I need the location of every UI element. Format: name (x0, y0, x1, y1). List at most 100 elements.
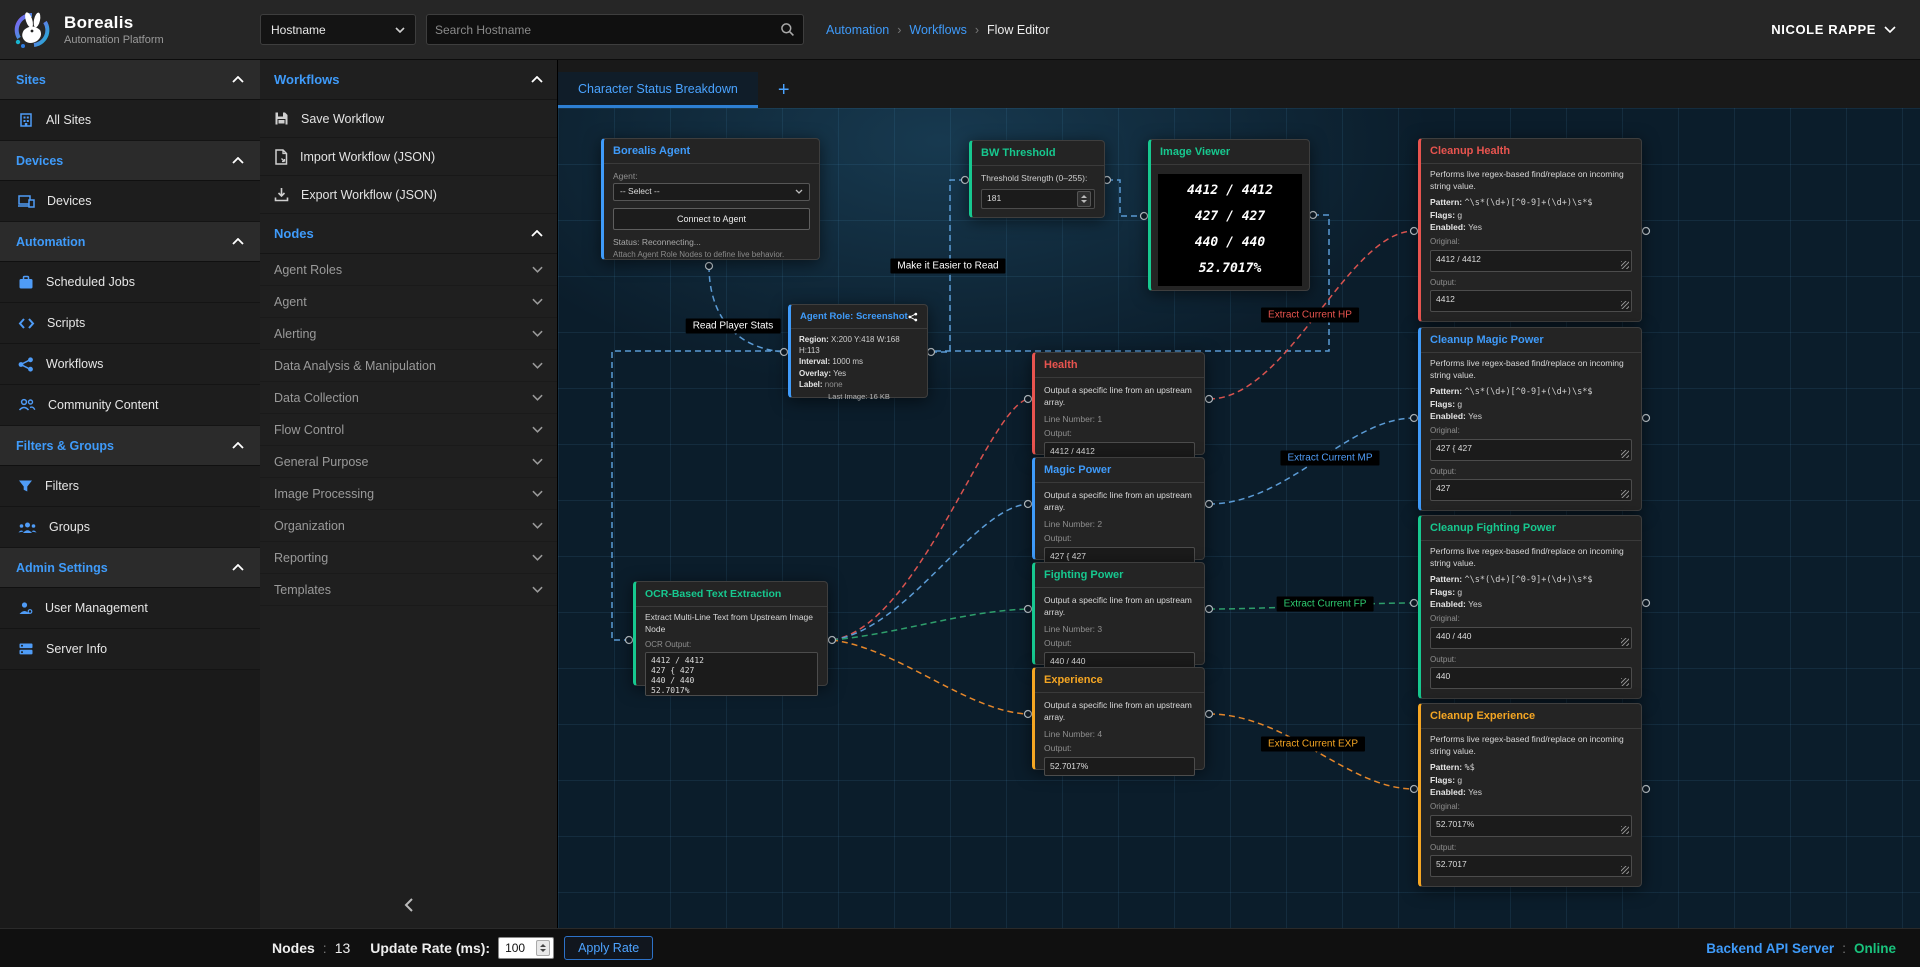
node-category-agent-roles[interactable]: Agent Roles (260, 254, 557, 286)
sidebar-item-scripts[interactable]: Scripts (0, 303, 260, 344)
sidebar-item-workflows[interactable]: Workflows (0, 344, 260, 385)
enabled-label: Enabled: (1430, 222, 1466, 232)
sidebar-item-groups[interactable]: Groups (0, 507, 260, 548)
item-label: All Sites (46, 113, 91, 127)
label-label: Label: (799, 380, 823, 389)
node-health[interactable]: Health Output a specific line from an up… (1032, 352, 1205, 455)
output-textarea[interactable]: 4412 (1430, 290, 1632, 312)
chevron-down-icon (532, 394, 543, 401)
output-field[interactable]: 52.7017% (1044, 757, 1195, 777)
sidebar-item-server-info[interactable]: Server Info (0, 629, 260, 670)
sidebar-item-scheduled-jobs[interactable]: Scheduled Jobs (0, 262, 260, 303)
node-desc: Output a specific line from an upstream … (1044, 385, 1195, 409)
node-category-agent[interactable]: Agent (260, 286, 557, 318)
node-cleanup-health[interactable]: Cleanup Health Performs live regex-based… (1418, 138, 1642, 322)
node-cleanup-experience[interactable]: Cleanup Experience Performs live regex-b… (1418, 703, 1642, 887)
output-textarea[interactable]: 427 (1430, 479, 1632, 501)
chevron-down-icon (532, 330, 543, 337)
node-category-organization[interactable]: Organization (260, 510, 557, 542)
update-rate-input[interactable]: 100 (498, 937, 554, 959)
number-spinner[interactable] (1077, 191, 1091, 207)
node-category-flow-control[interactable]: Flow Control (260, 414, 557, 446)
threshold-input[interactable]: 181 (981, 189, 1095, 209)
search-box (426, 14, 804, 45)
agent-select[interactable]: -- Select -- (613, 183, 810, 201)
number-spinner[interactable] (536, 940, 550, 956)
node-title: OCR-Based Text Extraction (645, 588, 781, 600)
node-category-general-purpose[interactable]: General Purpose (260, 446, 557, 478)
node-category-templates[interactable]: Templates (260, 574, 557, 606)
export-workflow-button[interactable]: Export Workflow (JSON) (260, 176, 557, 214)
sidebar-item-community-content[interactable]: Community Content (0, 385, 260, 426)
node-cleanup-fighting-power[interactable]: Cleanup Fighting Power Performs live reg… (1418, 515, 1642, 699)
node-title: Cleanup Health (1430, 145, 1510, 157)
node-ocr-text-extraction[interactable]: OCR-Based Text Extraction Extract Multi-… (633, 581, 828, 686)
add-tab-button[interactable]: + (758, 79, 810, 108)
save-workflow-button[interactable]: Save Workflow (260, 100, 557, 138)
sidebar-item-devices[interactable]: Devices (0, 181, 260, 222)
chevron-up-icon (531, 76, 543, 83)
sidebar-section-admin-settings[interactable]: Admin Settings (0, 548, 260, 588)
tab-character-status-breakdown[interactable]: Character Status Breakdown (558, 72, 758, 108)
share-icon[interactable] (908, 312, 918, 322)
search-input[interactable] (435, 23, 780, 37)
original-textarea[interactable]: 52.7017% (1430, 815, 1632, 837)
category-label: Reporting (274, 551, 328, 565)
node-fighting-power[interactable]: Fighting Power Output a specific line fr… (1032, 562, 1205, 665)
panel-section-workflows[interactable]: Workflows (260, 60, 557, 100)
node-category-data-collection[interactable]: Data Collection (260, 382, 557, 414)
node-desc: Performs live regex-based find/replace o… (1430, 358, 1632, 382)
sidebar-item-filters[interactable]: Filters (0, 466, 260, 507)
hostname-select-value: Hostname (271, 23, 326, 37)
original-textarea[interactable]: 427 { 427 (1430, 439, 1632, 461)
node-title: Fighting Power (1044, 569, 1123, 581)
sidebar-item-all-sites[interactable]: All Sites (0, 100, 260, 141)
section-label: Sites (16, 73, 46, 87)
sidebar-section-sites[interactable]: Sites (0, 60, 260, 100)
node-experience[interactable]: Experience Output a specific line from a… (1032, 667, 1205, 770)
node-magic-power[interactable]: Magic Power Output a specific line from … (1032, 457, 1205, 560)
sidebar-section-devices[interactable]: Devices (0, 141, 260, 181)
sidebar-section-automation[interactable]: Automation (0, 222, 260, 262)
flags-value: g (1457, 210, 1462, 220)
connect-to-agent-button[interactable]: Connect to Agent (613, 208, 810, 231)
category-label: Alerting (274, 327, 316, 341)
flow-canvas[interactable]: Read Player Stats Make it Easier to Read… (558, 108, 1920, 928)
flags-value: g (1457, 587, 1462, 597)
import-workflow-button[interactable]: Import Workflow (JSON) (260, 138, 557, 176)
user-menu[interactable]: NICOLE RAPPE (1771, 22, 1896, 37)
node-borealis-agent[interactable]: Borealis Agent Agent: -- Select -- Conne… (601, 138, 820, 260)
chevron-down-icon (532, 362, 543, 369)
node-bw-threshold[interactable]: BW Threshold Threshold Strength (0–255):… (969, 140, 1105, 218)
backend-status: Online (1854, 941, 1896, 956)
node-category-data-analysis[interactable]: Data Analysis & Manipulation (260, 350, 557, 382)
breadcrumb-automation[interactable]: Automation (826, 23, 889, 37)
node-category-image-processing[interactable]: Image Processing (260, 478, 557, 510)
node-category-reporting[interactable]: Reporting (260, 542, 557, 574)
hostname-select[interactable]: Hostname (260, 14, 416, 45)
output-label: Output: (1044, 428, 1195, 440)
apply-rate-button[interactable]: Apply Rate (564, 936, 653, 960)
panel-header-label: Nodes (274, 226, 314, 241)
breadcrumb-current: Flow Editor (987, 23, 1050, 37)
panel-section-nodes[interactable]: Nodes (260, 214, 557, 254)
chevron-down-icon (532, 554, 543, 561)
node-cleanup-magic-power[interactable]: Cleanup Magic Power Performs live regex-… (1418, 327, 1642, 511)
agent-status: Status: Reconnecting... (613, 237, 810, 249)
original-textarea[interactable]: 440 / 440 (1430, 627, 1632, 649)
sidebar-item-user-management[interactable]: User Management (0, 588, 260, 629)
output-textarea[interactable]: 440 (1430, 667, 1632, 689)
panel-collapse-button[interactable] (260, 890, 557, 920)
panel-header-label: Workflows (274, 72, 340, 87)
enabled-label: Enabled: (1430, 787, 1466, 797)
section-label: Automation (16, 235, 85, 249)
node-image-viewer[interactable]: Image Viewer 4412 / 4412 427 / 427 440 /… (1148, 139, 1310, 291)
original-textarea[interactable]: 4412 / 4412 (1430, 250, 1632, 272)
output-textarea[interactable]: 52.7017 (1430, 855, 1632, 877)
ocr-output-textarea[interactable]: 4412 / 4412 427 { 427 440 / 440 52.7017% (645, 652, 818, 696)
workflow-panel: Workflows Save Workflow Import Workflow … (260, 60, 558, 928)
node-category-alerting[interactable]: Alerting (260, 318, 557, 350)
breadcrumb-workflows[interactable]: Workflows (909, 23, 966, 37)
node-agent-role-screenshot[interactable]: Agent Role: Screenshot Region: X:200 Y:4… (788, 304, 928, 398)
sidebar-section-filters-groups[interactable]: Filters & Groups (0, 426, 260, 466)
